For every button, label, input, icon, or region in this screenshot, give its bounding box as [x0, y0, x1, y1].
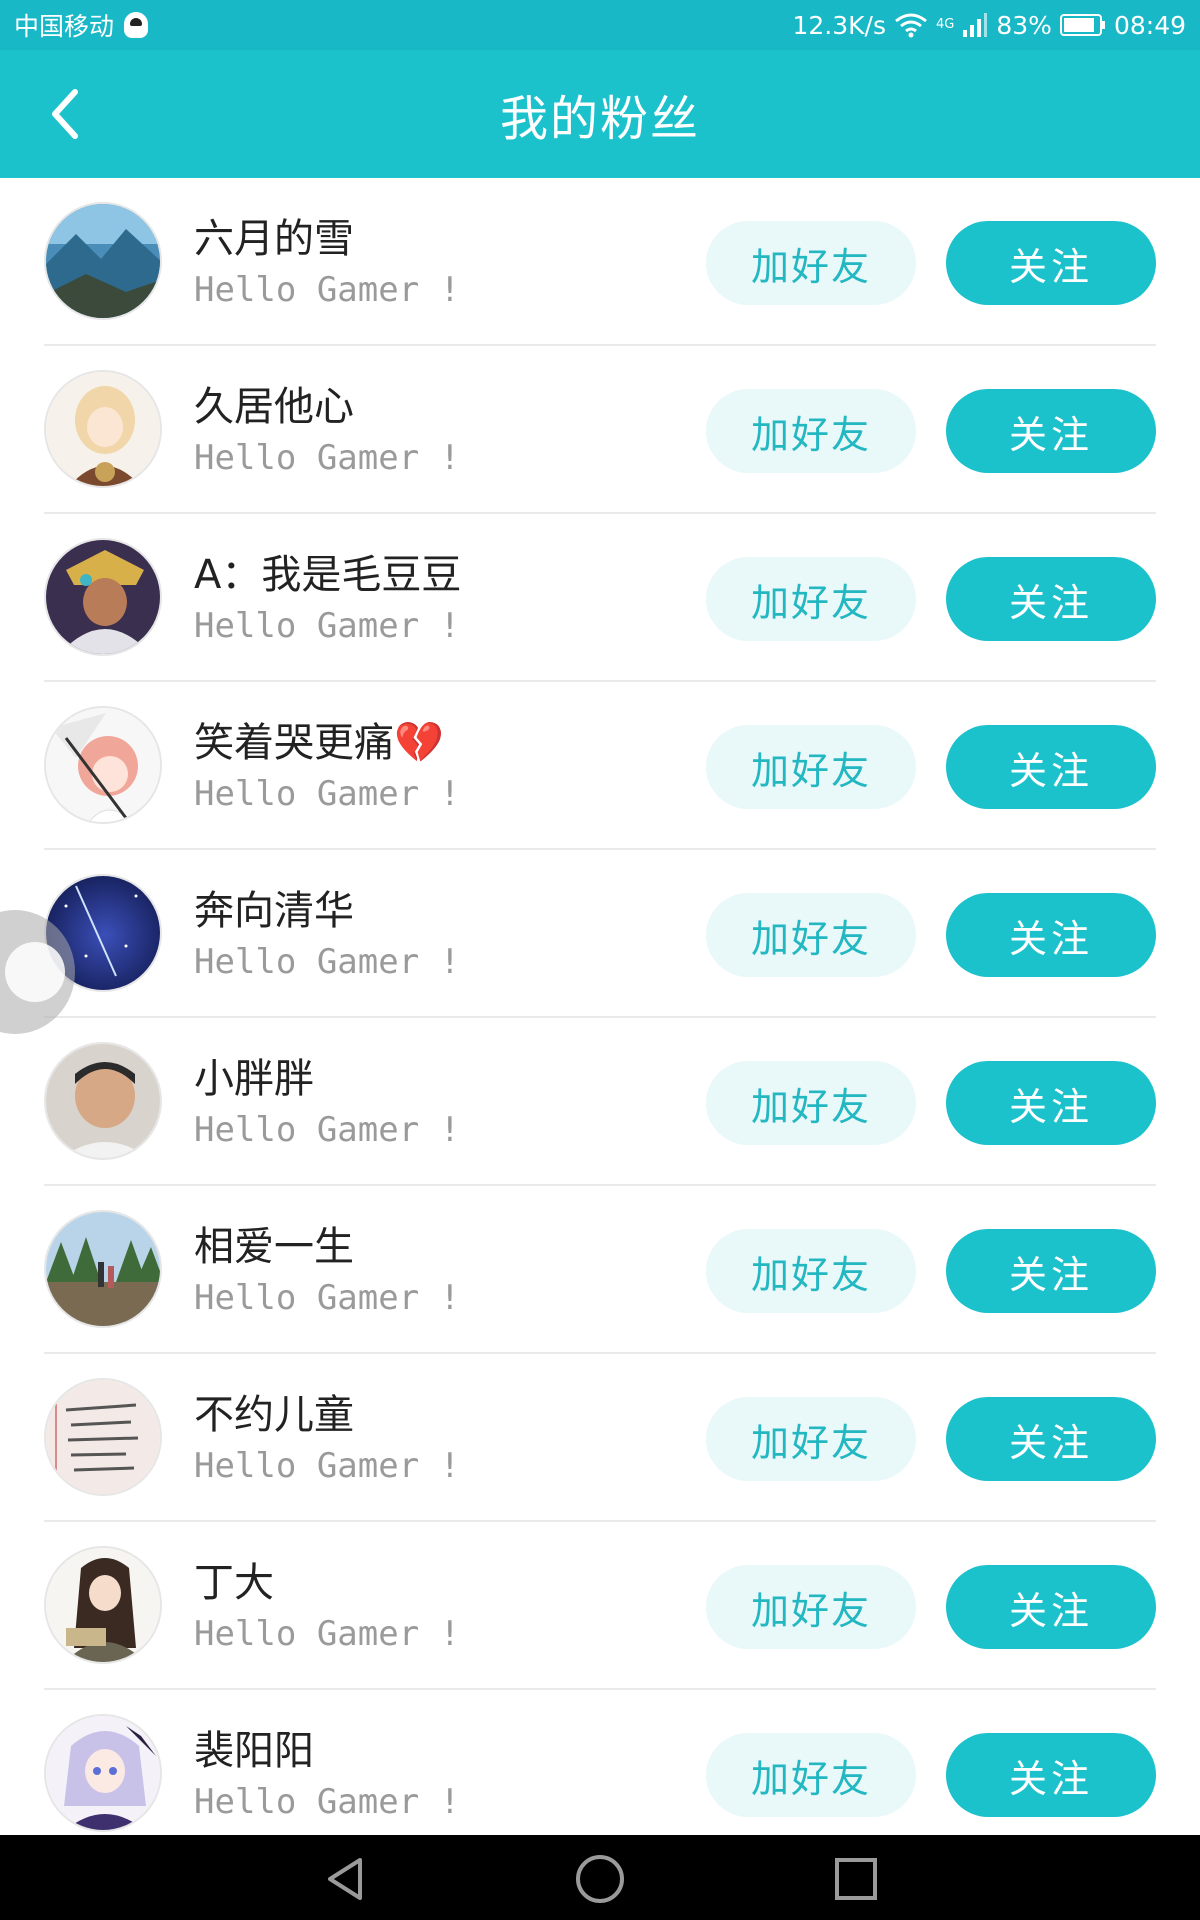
add-friend-button[interactable]: 加好友	[706, 221, 916, 305]
fan-name: 丁大	[194, 1560, 274, 1606]
avatar[interactable]	[44, 370, 162, 488]
battery-icon	[1059, 14, 1105, 36]
carrier-label: 中国移动	[14, 12, 115, 41]
avatar[interactable]	[44, 1546, 162, 1664]
circle-home-icon	[576, 1855, 624, 1903]
list-item[interactable]: 奔向清华 Hello Gamer ! 加好友 关注	[0, 850, 1200, 1018]
list-item[interactable]: 丁大 Hello Gamer ! 加好友 关注	[0, 1522, 1200, 1690]
nav-home-button[interactable]	[570, 1849, 630, 1909]
follow-button[interactable]: 关注	[946, 221, 1156, 305]
list-item[interactable]: 笑着哭更痛💔 Hello Gamer ! 加好友 关注	[0, 682, 1200, 850]
fan-name: A：我是毛豆豆	[194, 552, 462, 598]
add-friend-button[interactable]: 加好友	[706, 1061, 916, 1145]
follow-button[interactable]: 关注	[946, 725, 1156, 809]
fan-name: 裴阳阳	[194, 1728, 314, 1774]
list-item[interactable]: 久居他心 Hello Gamer ! 加好友 关注	[0, 346, 1200, 514]
follow-button[interactable]: 关注	[946, 1565, 1156, 1649]
qq-notification-icon	[124, 12, 149, 38]
add-friend-button[interactable]: 加好友	[706, 1565, 916, 1649]
add-friend-button[interactable]: 加好友	[706, 1229, 916, 1313]
nav-recents-button[interactable]	[826, 1849, 886, 1909]
follow-button[interactable]: 关注	[946, 557, 1156, 641]
signal-icon	[963, 13, 988, 37]
wifi-icon	[895, 13, 927, 38]
network-type: 4G	[936, 16, 955, 32]
add-friend-button[interactable]: 加好友	[706, 557, 916, 641]
fan-greeting: Hello Gamer !	[194, 438, 461, 478]
list-item[interactable]: 不约儿童 Hello Gamer ! 加好友 关注	[0, 1354, 1200, 1522]
page-title: 我的粉丝	[499, 91, 700, 147]
avatar[interactable]	[44, 1210, 162, 1328]
status-bar: 中国移动 12.3K/s 4G 83% 08:49	[0, 0, 1200, 50]
add-friend-button[interactable]: 加好友	[706, 1733, 916, 1817]
follow-button[interactable]: 关注	[946, 893, 1156, 977]
battery-percent: 83%	[996, 10, 1052, 40]
fan-name: 久居他心	[194, 384, 354, 430]
app-header: 我的粉丝	[0, 50, 1200, 178]
avatar[interactable]	[44, 538, 162, 656]
fan-greeting: Hello Gamer !	[194, 942, 461, 982]
add-friend-button[interactable]: 加好友	[706, 389, 916, 473]
fan-name: 奔向清华	[194, 888, 354, 934]
add-friend-button[interactable]: 加好友	[706, 725, 916, 809]
clock: 08:49	[1113, 10, 1186, 40]
avatar[interactable]	[44, 1378, 162, 1496]
follow-button[interactable]: 关注	[946, 389, 1156, 473]
nav-back-button[interactable]	[315, 1849, 375, 1909]
fan-greeting: Hello Gamer !	[194, 1110, 461, 1150]
fan-greeting: Hello Gamer !	[194, 1278, 461, 1318]
list-item[interactable]: 裴阳阳 Hello Gamer ! 加好友 关注	[0, 1690, 1200, 1858]
status-right: 12.3K/s 4G 83% 08:49	[793, 11, 1187, 40]
fan-name: 相爱一生	[194, 1224, 354, 1270]
fan-name: 小胖胖	[194, 1056, 314, 1102]
status-left: 中国移动	[14, 7, 149, 43]
list-item[interactable]: 六月的雪 Hello Gamer ! 加好友 关注	[0, 178, 1200, 346]
fan-greeting: Hello Gamer !	[194, 1782, 461, 1822]
follow-button[interactable]: 关注	[946, 1229, 1156, 1313]
fan-list: 六月的雪 Hello Gamer ! 加好友 关注 久居他心 Hello Gam…	[0, 178, 1200, 1858]
avatar[interactable]	[44, 1042, 162, 1160]
list-item[interactable]: 小胖胖 Hello Gamer ! 加好友 关注	[0, 1018, 1200, 1186]
triangle-back-icon	[328, 1858, 362, 1900]
list-item[interactable]: 相爱一生 Hello Gamer ! 加好友 关注	[0, 1186, 1200, 1354]
avatar[interactable]	[44, 706, 162, 824]
fan-greeting: Hello Gamer !	[194, 1614, 461, 1654]
fan-name: 六月的雪	[194, 216, 354, 262]
follow-button[interactable]: 关注	[946, 1061, 1156, 1145]
fan-name: 笑着哭更痛💔	[194, 720, 444, 766]
back-button[interactable]	[30, 72, 100, 156]
square-recents-icon	[835, 1858, 877, 1900]
fan-greeting: Hello Gamer !	[194, 1446, 461, 1486]
fan-greeting: Hello Gamer !	[194, 270, 461, 310]
avatar[interactable]	[44, 202, 162, 320]
add-friend-button[interactable]: 加好友	[706, 893, 916, 977]
follow-button[interactable]: 关注	[946, 1733, 1156, 1817]
list-item[interactable]: A：我是毛豆豆 Hello Gamer ! 加好友 关注	[0, 514, 1200, 682]
fan-name: 不约儿童	[194, 1392, 354, 1438]
avatar[interactable]	[44, 1714, 162, 1832]
add-friend-button[interactable]: 加好友	[706, 1397, 916, 1481]
chevron-left-icon	[52, 89, 78, 139]
fan-greeting: Hello Gamer !	[194, 774, 461, 814]
follow-button[interactable]: 关注	[946, 1397, 1156, 1481]
fan-greeting: Hello Gamer !	[194, 606, 461, 646]
floating-ball-icon	[5, 942, 65, 1002]
system-nav-bar	[0, 1835, 1200, 1920]
net-speed: 12.3K/s	[792, 10, 887, 40]
